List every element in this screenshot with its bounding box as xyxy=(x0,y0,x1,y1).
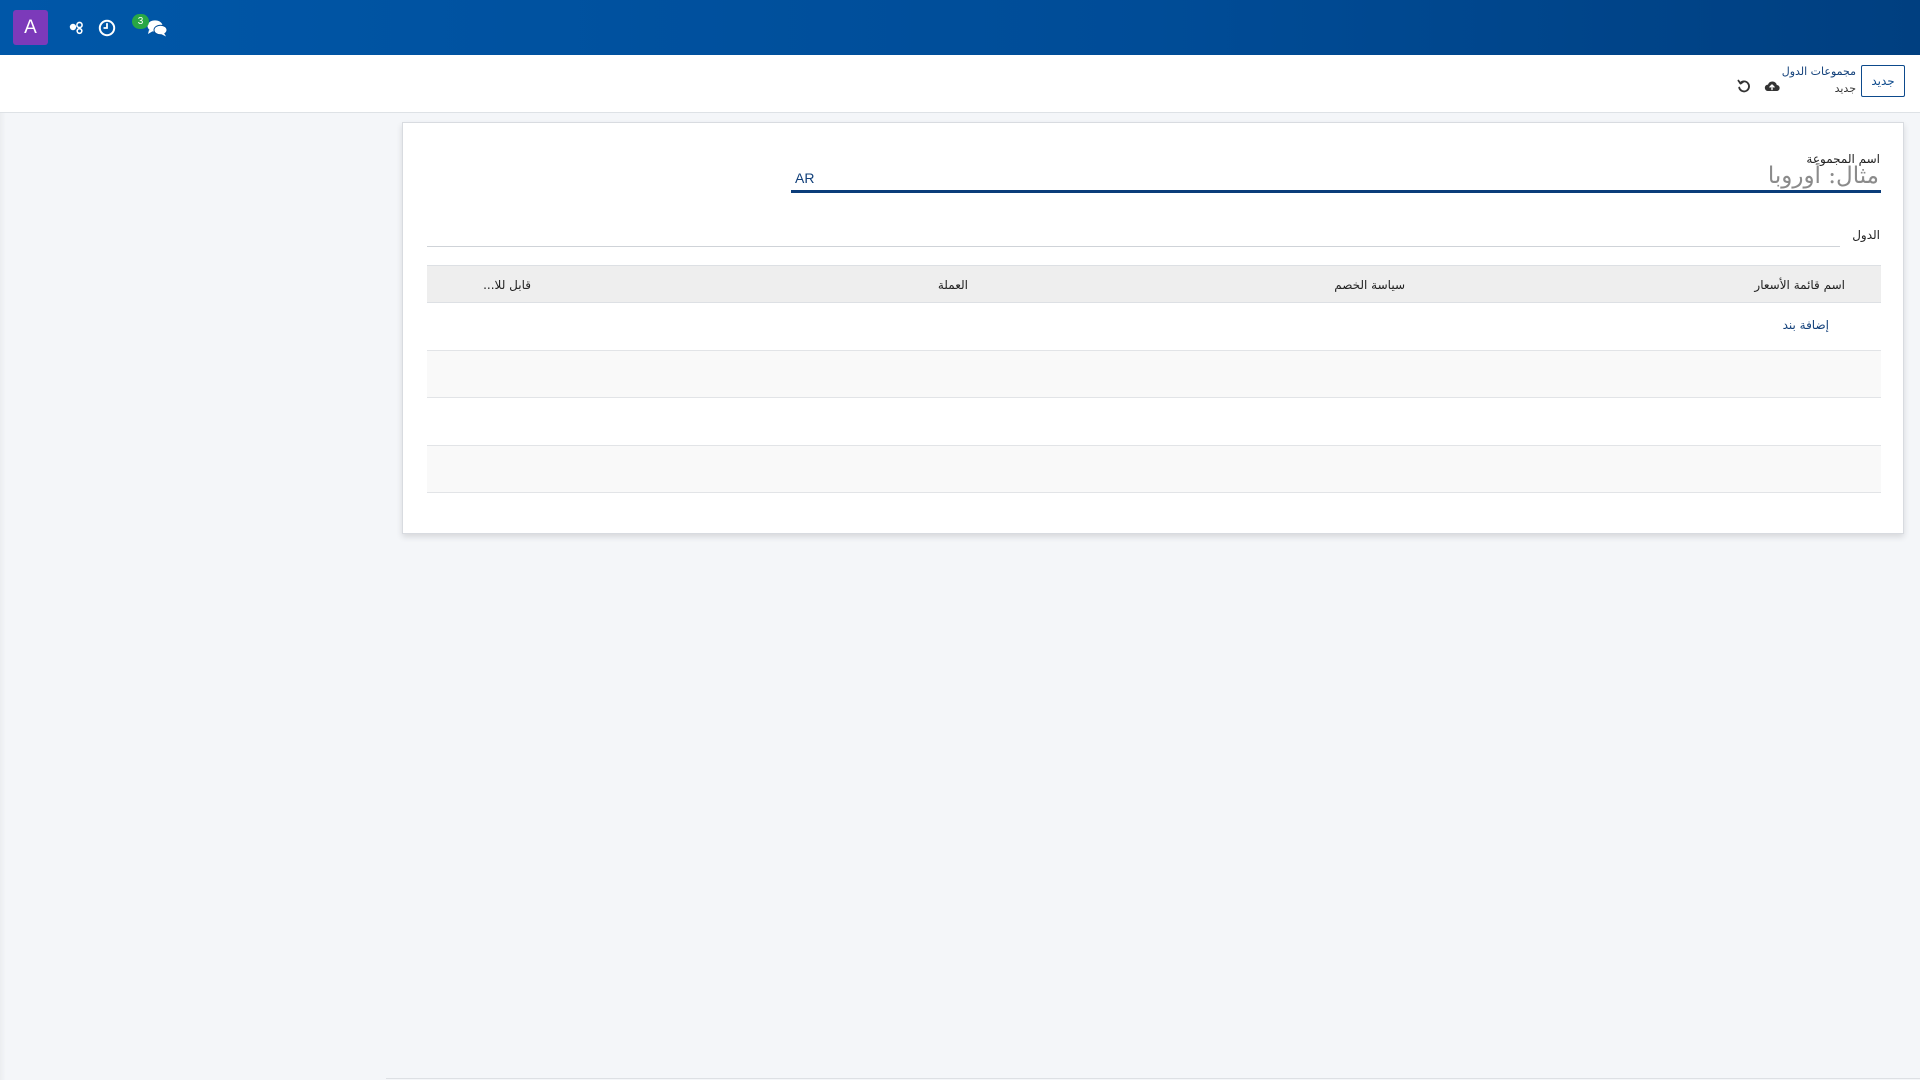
countries-label: الدول xyxy=(1852,228,1880,242)
users-cog-icon[interactable] xyxy=(65,17,87,39)
breadcrumb-current: جديد xyxy=(1834,82,1856,95)
breadcrumb-parent-link[interactable]: مجموعات الدول xyxy=(1782,63,1856,80)
column-selectable[interactable]: قابل للا... xyxy=(483,266,531,304)
table-row xyxy=(427,398,1881,446)
countries-input[interactable] xyxy=(427,219,1840,247)
cloud-upload-icon[interactable] xyxy=(1763,77,1781,95)
user-avatar[interactable]: A xyxy=(13,10,48,45)
undo-icon[interactable] xyxy=(1735,77,1753,95)
group-name-input[interactable] xyxy=(791,163,1881,193)
pricelists-table: اسم قائمة الأسعار سياسة الخصم العملة قاب… xyxy=(427,265,1881,493)
column-pricelist-name[interactable]: اسم قائمة الأسعار xyxy=(1754,266,1845,304)
column-currency[interactable]: العملة xyxy=(938,266,968,304)
new-button[interactable]: جديد xyxy=(1861,65,1905,97)
left-shade xyxy=(0,113,6,1080)
add-line-link[interactable]: إضافة بند xyxy=(1783,318,1829,332)
control-panel: جديد مجموعات الدول جديد xyxy=(0,55,1920,113)
clock-icon[interactable] xyxy=(96,17,118,39)
bottom-divider xyxy=(386,1078,1920,1079)
breadcrumb: مجموعات الدول جديد xyxy=(1782,63,1856,97)
table-row: إضافة بند xyxy=(427,303,1881,351)
form-sheet: اسم المجموعة AR الدول اسم قائمة الأسعار … xyxy=(402,122,1904,534)
table-header: اسم قائمة الأسعار سياسة الخصم العملة قاب… xyxy=(427,265,1881,303)
table-row xyxy=(427,445,1881,493)
table-row xyxy=(427,350,1881,398)
messages-count-badge: 3 xyxy=(132,14,149,29)
top-navbar: A 3 xyxy=(0,0,1920,55)
language-tag[interactable]: AR xyxy=(795,170,814,186)
column-discount-policy[interactable]: سياسة الخصم xyxy=(1334,266,1405,304)
